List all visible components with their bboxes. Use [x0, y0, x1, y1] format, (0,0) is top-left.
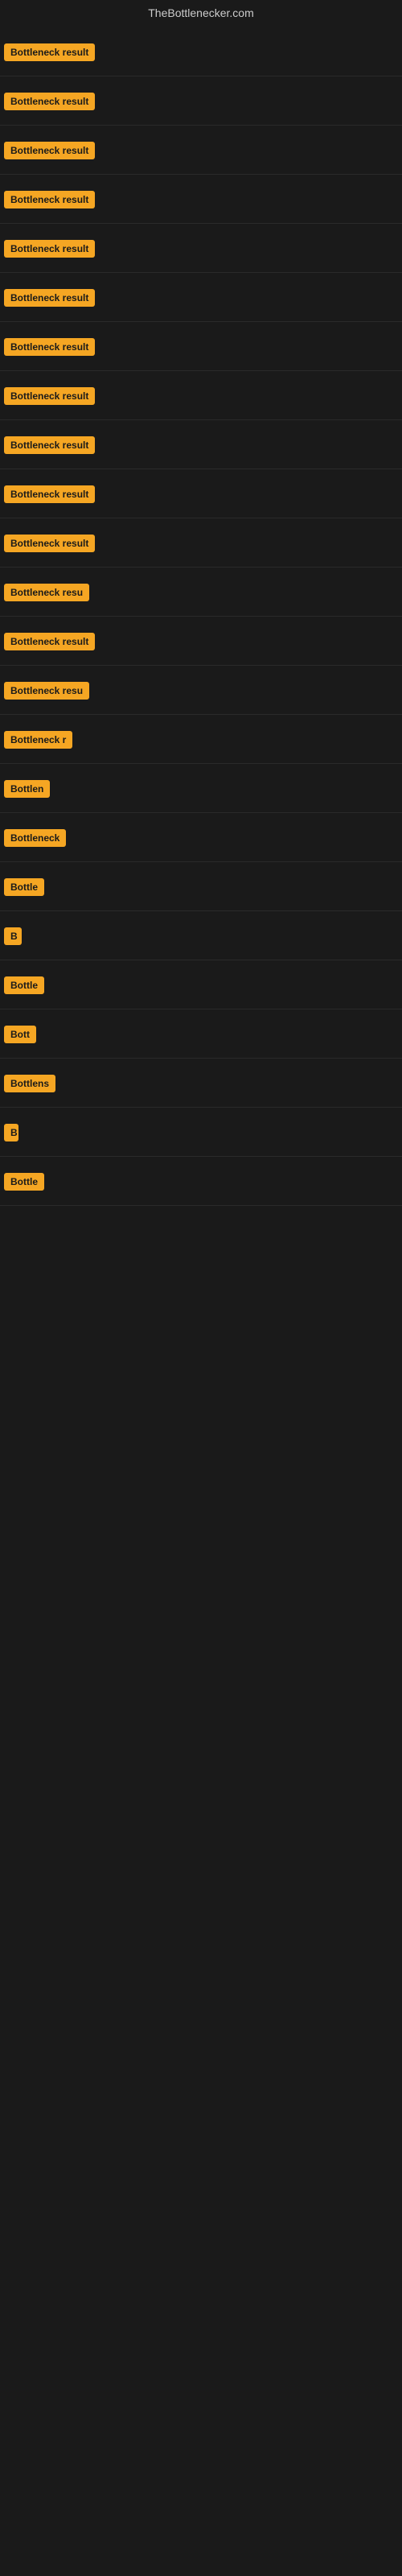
- result-row: Bottleneck resu: [0, 568, 402, 617]
- bottleneck-badge[interactable]: Bottle: [4, 976, 44, 994]
- result-row: Bottleneck result: [0, 518, 402, 568]
- results-container: Bottleneck result Bottleneck result Bottle…: [0, 27, 402, 1206]
- bottleneck-badge[interactable]: Bottleneck result: [4, 535, 95, 552]
- result-row: Bottleneck result: [0, 273, 402, 322]
- bottleneck-badge[interactable]: B: [4, 927, 22, 945]
- bottleneck-badge[interactable]: Bott: [4, 1026, 36, 1043]
- bottleneck-badge[interactable]: Bottleneck resu: [4, 682, 89, 700]
- result-row: Bottlens: [0, 1059, 402, 1108]
- result-row: Bottleneck result: [0, 126, 402, 175]
- bottleneck-badge[interactable]: Bottleneck result: [4, 387, 95, 405]
- bottleneck-badge[interactable]: Bottlen: [4, 780, 50, 798]
- bottleneck-badge[interactable]: Bottleneck result: [4, 142, 95, 159]
- result-row: Bottleneck result: [0, 371, 402, 420]
- result-row: Bottle: [0, 862, 402, 911]
- result-row: Bottle: [0, 960, 402, 1009]
- bottleneck-badge[interactable]: Bottleneck result: [4, 485, 95, 503]
- bottleneck-badge[interactable]: B: [4, 1124, 18, 1141]
- bottleneck-badge[interactable]: Bottlens: [4, 1075, 55, 1092]
- result-row: Bottlen: [0, 764, 402, 813]
- result-row: Bottleneck resu: [0, 666, 402, 715]
- bottleneck-badge[interactable]: Bottleneck result: [4, 436, 95, 454]
- bottleneck-badge[interactable]: Bottleneck result: [4, 338, 95, 356]
- result-row: Bottleneck result: [0, 469, 402, 518]
- result-row: Bottleneck result: [0, 322, 402, 371]
- bottleneck-badge[interactable]: Bottle: [4, 878, 44, 896]
- result-row: Bott: [0, 1009, 402, 1059]
- bottleneck-badge[interactable]: Bottle: [4, 1173, 44, 1191]
- bottleneck-badge[interactable]: Bottleneck result: [4, 191, 95, 208]
- result-row: Bottleneck r: [0, 715, 402, 764]
- result-row: B: [0, 1108, 402, 1157]
- bottleneck-badge[interactable]: Bottleneck r: [4, 731, 72, 749]
- bottleneck-badge[interactable]: Bottleneck result: [4, 43, 95, 61]
- result-row: Bottleneck result: [0, 27, 402, 76]
- bottleneck-badge[interactable]: Bottleneck result: [4, 93, 95, 110]
- result-row: Bottleneck: [0, 813, 402, 862]
- result-row: Bottleneck result: [0, 420, 402, 469]
- bottleneck-badge[interactable]: Bottleneck result: [4, 240, 95, 258]
- bottleneck-badge[interactable]: Bottleneck resu: [4, 584, 89, 601]
- result-row: Bottleneck result: [0, 175, 402, 224]
- result-row: Bottle: [0, 1157, 402, 1206]
- site-title: TheBottlenecker.com: [0, 0, 402, 27]
- result-row: Bottleneck result: [0, 224, 402, 273]
- bottleneck-badge[interactable]: Bottleneck result: [4, 289, 95, 307]
- result-row: Bottleneck result: [0, 617, 402, 666]
- bottleneck-badge[interactable]: Bottleneck result: [4, 633, 95, 650]
- result-row: Bottleneck result: [0, 76, 402, 126]
- result-row: B: [0, 911, 402, 960]
- bottleneck-badge[interactable]: Bottleneck: [4, 829, 66, 847]
